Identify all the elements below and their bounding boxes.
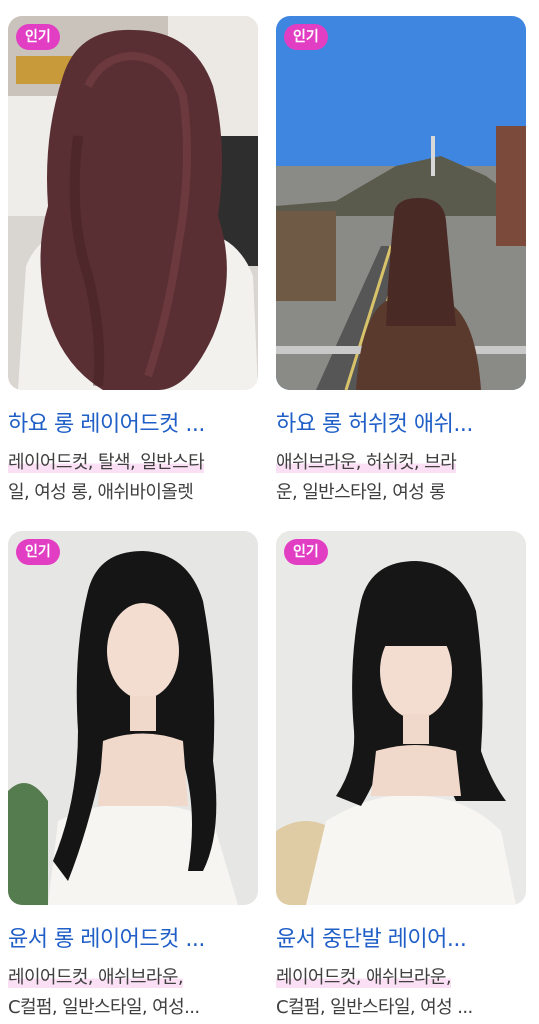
tags-line: 레이어드컷, 애쉬브라운, bbox=[276, 967, 452, 988]
tags-line: 애쉬브라운, 허쉬컷, 브라 bbox=[276, 452, 457, 473]
hair-photo-back-wavy bbox=[8, 16, 258, 390]
style-card[interactable]: 인기 윤서 중단발 레이어... 레이어드컷, 애쉬브라운, C컬펌, 일반스타… bbox=[276, 531, 526, 1023]
style-card[interactable]: 인기 윤서 롱 레이어드컷 ... 레이어드컷, 애쉬브라운, C컬펌, 일반스… bbox=[8, 531, 258, 1023]
style-tags: 레이어드컷, 애쉬브라운, C컬펌, 일반스타일, 여성 ... bbox=[276, 963, 526, 1023]
style-thumbnail[interactable]: 인기 bbox=[276, 531, 526, 905]
style-thumbnail[interactable]: 인기 bbox=[8, 16, 258, 390]
style-title[interactable]: 하요 롱 허쉬컷 애쉬... bbox=[276, 406, 526, 438]
style-thumbnail[interactable]: 인기 bbox=[8, 531, 258, 905]
style-title[interactable]: 윤서 중단발 레이어... bbox=[276, 921, 526, 953]
style-title[interactable]: 윤서 롱 레이어드컷 ... bbox=[8, 921, 258, 953]
hair-photo-front-medium-bangs bbox=[276, 531, 526, 905]
tags-line: C컬펌, 일반스타일, 여성 ... bbox=[276, 997, 473, 1018]
style-card[interactable]: 인기 하요 롱 허쉬컷 애쉬... 애쉬브라운, 허쉬컷, 브라 운, 일반스타… bbox=[276, 16, 526, 508]
popular-badge: 인기 bbox=[284, 539, 328, 565]
style-tags: 애쉬브라운, 허쉬컷, 브라 운, 일반스타일, 여성 롱 bbox=[276, 448, 526, 508]
hair-photo-front-long bbox=[8, 531, 258, 905]
style-tags: 레이어드컷, 탈색, 일반스타 일, 여성 롱, 애쉬바이올렛 bbox=[8, 448, 258, 508]
tags-line: 일, 여성 롱, 애쉬바이올렛 bbox=[8, 482, 194, 503]
style-card-grid: 인기 하요 롱 레이어드컷 ... 레이어드컷, 탈색, 일반스타 일, 여성 … bbox=[0, 0, 539, 1024]
tags-line: 레이어드컷, 탈색, 일반스타 bbox=[8, 452, 205, 473]
popular-badge: 인기 bbox=[16, 539, 60, 565]
tags-line: 운, 일반스타일, 여성 롱 bbox=[276, 482, 446, 503]
popular-badge: 인기 bbox=[16, 24, 60, 50]
style-thumbnail[interactable]: 인기 bbox=[276, 16, 526, 390]
style-title[interactable]: 하요 롱 레이어드컷 ... bbox=[8, 406, 258, 438]
popular-badge: 인기 bbox=[284, 24, 328, 50]
tags-line: C컬펌, 일반스타일, 여성... bbox=[8, 997, 200, 1018]
style-tags: 레이어드컷, 애쉬브라운, C컬펌, 일반스타일, 여성... bbox=[8, 963, 258, 1023]
style-card[interactable]: 인기 하요 롱 레이어드컷 ... 레이어드컷, 탈색, 일반스타 일, 여성 … bbox=[8, 16, 258, 508]
hair-photo-back-bridge bbox=[276, 16, 526, 390]
tags-line: 레이어드컷, 애쉬브라운, bbox=[8, 967, 184, 988]
